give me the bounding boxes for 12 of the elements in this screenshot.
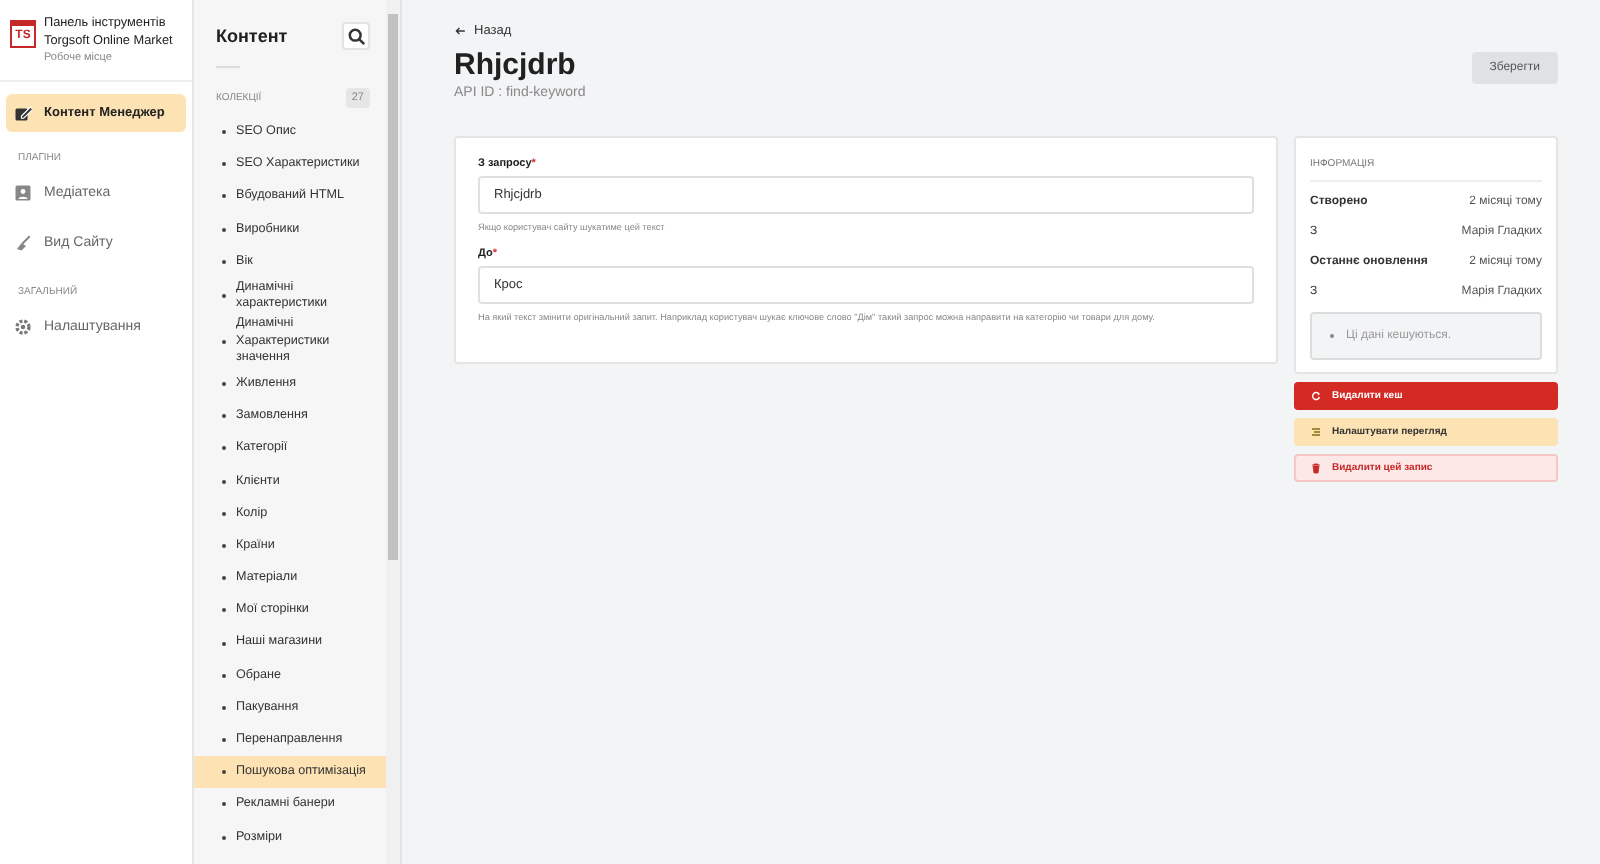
scrollbar[interactable] [386,0,400,864]
refresh-icon [1310,390,1322,402]
trash-icon [1310,462,1322,474]
search-button[interactable] [342,22,370,50]
settings-icon [14,318,32,336]
sidebar-title: Контент [216,26,288,46]
arrow-left-icon [454,26,466,36]
page-title: Rhjcjdrb [454,48,578,84]
image-icon [14,184,32,202]
edit-icon [14,104,32,122]
list-icon [1310,426,1322,438]
brush-icon [14,234,32,252]
